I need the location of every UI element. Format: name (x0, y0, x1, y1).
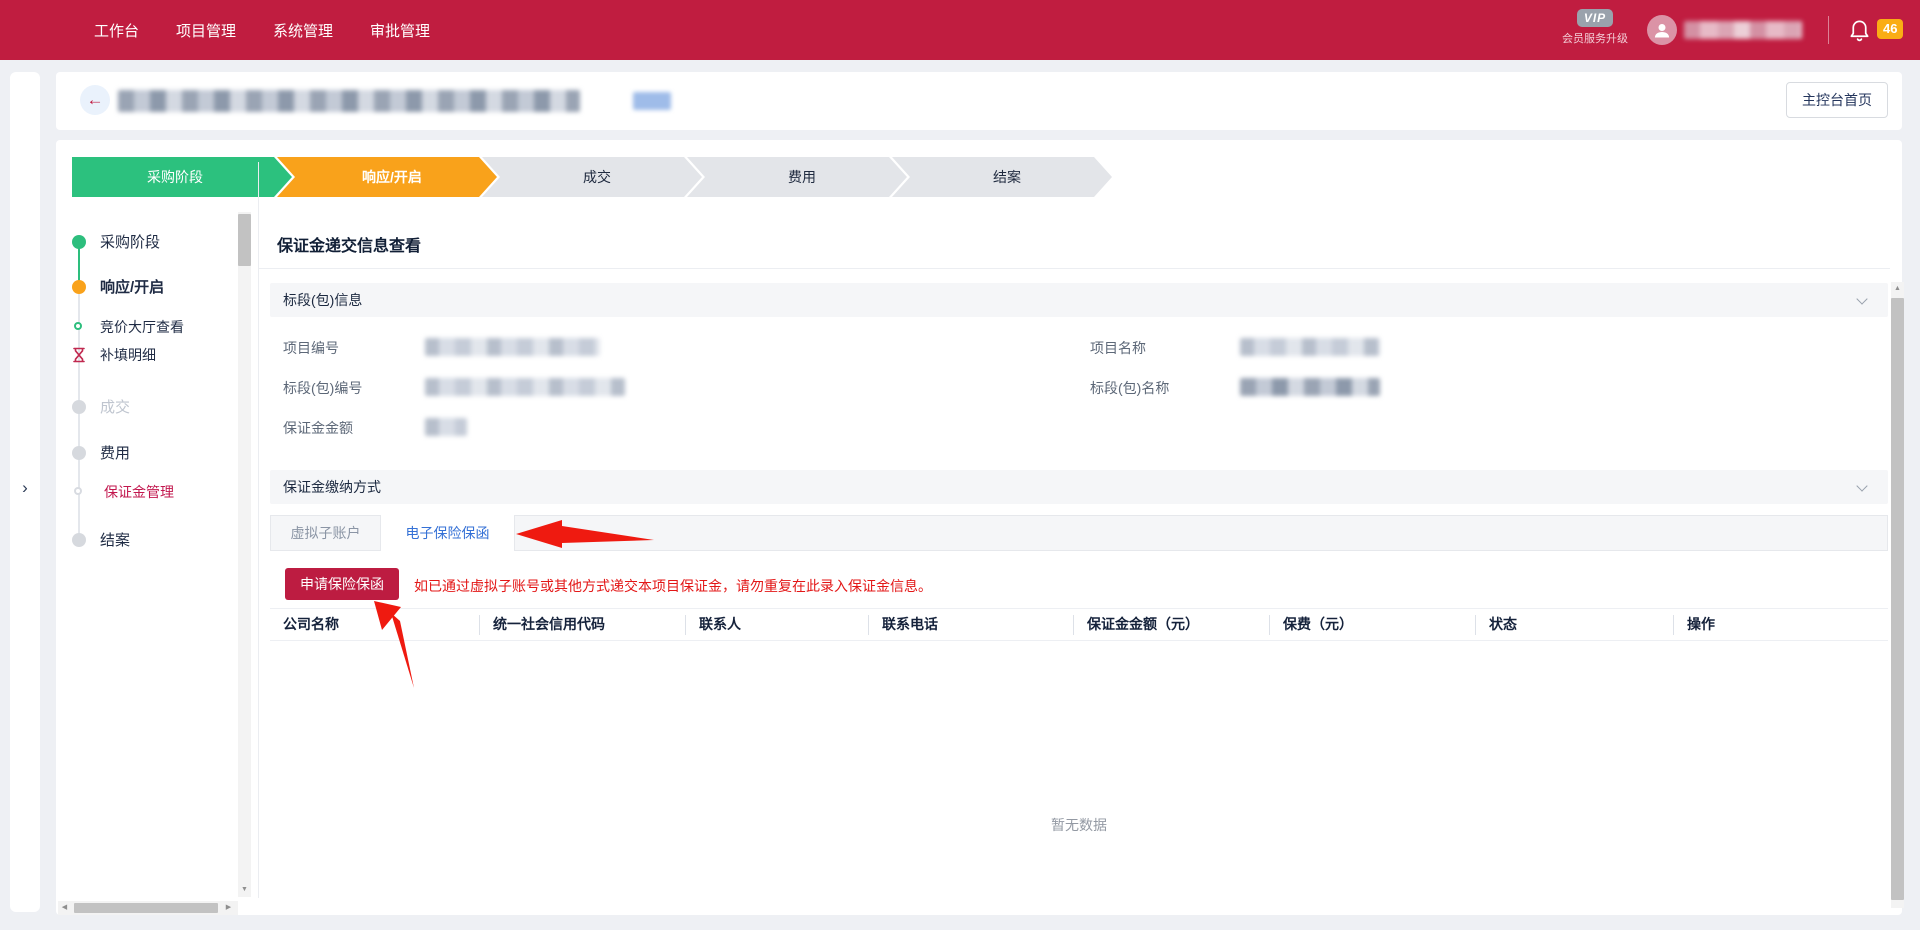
redacted-deposit-amount (425, 418, 467, 436)
nav-item-workbench[interactable]: 工作台 (94, 20, 139, 41)
timeline-dot-response (72, 280, 86, 294)
sidebar-item-supplement-detail[interactable]: 补填明细 (100, 345, 156, 365)
sidebar-item-fees[interactable]: 费用 (100, 442, 130, 463)
nav-divider (1828, 16, 1829, 44)
vip-icon: VIP (1577, 9, 1613, 27)
col-actions: 操作 (1674, 609, 1888, 640)
timeline-dot-procurement (72, 235, 86, 249)
step-fees[interactable]: 费用 (687, 157, 907, 197)
timeline-dot-deal (72, 400, 86, 414)
nav-menu: 工作台 项目管理 系统管理 审批管理 (94, 0, 430, 60)
redacted-project-number (425, 338, 600, 356)
step-response-open[interactable]: 响应/开启 (277, 157, 497, 197)
section-payment-method[interactable]: 保证金缴纳方式 (270, 470, 1888, 504)
label-deposit-amount: 保证金金额 (283, 418, 353, 438)
empty-data-text: 暂无数据 (270, 815, 1888, 835)
sidebar-item-deal[interactable]: 成交 (100, 396, 130, 417)
left-collapse-strip: › (10, 72, 40, 912)
col-status: 状态 (1476, 609, 1674, 640)
sidebar-item-procurement-stage[interactable]: 采购阶段 (100, 231, 160, 252)
scroll-left-icon[interactable]: ◀ (58, 901, 71, 915)
nav-item-system-management[interactable]: 系统管理 (273, 20, 333, 41)
sidebar-item-deposit-management[interactable]: 保证金管理 (104, 482, 174, 502)
step-procurement-stage[interactable]: 采购阶段 (72, 157, 292, 197)
redacted-project-title (118, 90, 580, 112)
scroll-up-icon[interactable]: ▲ (1891, 282, 1904, 296)
person-icon (1652, 20, 1672, 40)
sidebar-horizontal-scroll-thumb[interactable] (74, 903, 218, 913)
back-button[interactable]: ← (80, 85, 110, 115)
sidebar-item-bidding-hall[interactable]: 竞价大厅查看 (100, 317, 184, 337)
sidebar-vertical-scrollbar[interactable] (238, 212, 251, 883)
col-deposit-amount: 保证金金额（元） (1074, 609, 1270, 640)
sidebar-main-divider (258, 162, 259, 898)
step-closing[interactable]: 结案 (892, 157, 1112, 197)
user-avatar[interactable] (1647, 15, 1677, 45)
label-project-name: 项目名称 (1090, 338, 1146, 358)
hourglass-icon (71, 347, 87, 363)
sidebar-expand-icon[interactable]: › (10, 478, 40, 498)
content-card: 采购阶段 响应/开启 成交 费用 结案 采购阶段 响应/开启 竞价大厅查看 补填… (56, 140, 1902, 915)
col-company-name: 公司名称 (270, 609, 480, 640)
col-contact-phone: 联系电话 (869, 609, 1074, 640)
label-lot-name: 标段(包)名称 (1090, 378, 1169, 398)
timeline-ring-deposit (74, 487, 82, 495)
redacted-username (1684, 21, 1802, 39)
stage-steps: 采购阶段 响应/开启 成交 费用 结案 (72, 157, 1117, 197)
timeline-ring-bidding-hall (74, 322, 82, 330)
timeline-dot-fees (72, 446, 86, 460)
back-arrow-icon: ← (87, 90, 104, 109)
scroll-right-icon[interactable]: ▶ (222, 901, 235, 915)
redacted-project-name (1240, 338, 1380, 356)
section-payment-method-title: 保证金缴纳方式 (283, 479, 381, 495)
nav-item-project-management[interactable]: 项目管理 (176, 20, 236, 41)
page-title: 保证金递交信息查看 (277, 232, 421, 256)
deposit-warning-text: 如已通过虚拟子账号或其他方式递交本项目保证金，请勿重复在此录入保证金信息。 (414, 576, 932, 596)
vip-upgrade[interactable]: VIP 会员服务升级 (1552, 9, 1638, 46)
title-divider (259, 268, 1890, 269)
notification-count-badge[interactable]: 46 (1877, 19, 1903, 39)
section-lot-info[interactable]: 标段(包)信息 (270, 283, 1888, 317)
chevron-down-icon[interactable] (1856, 293, 1867, 304)
tab-electronic-insurance-letter[interactable]: 电子保险保函 (381, 515, 515, 551)
redacted-lot-number (425, 378, 625, 396)
chevron-down-icon[interactable] (1856, 480, 1867, 491)
console-home-button[interactable]: 主控台首页 (1786, 82, 1888, 118)
main-vertical-scroll-thumb[interactable] (1891, 298, 1904, 900)
guarantee-table-header: 公司名称 统一社会信用代码 联系人 联系电话 保证金金额（元） 保费（元） 状态… (270, 608, 1888, 641)
redacted-project-tag (633, 92, 671, 110)
section-lot-info-title: 标段(包)信息 (283, 292, 362, 308)
top-nav-bar: 工作台 项目管理 系统管理 审批管理 VIP 会员服务升级 46 (0, 0, 1920, 60)
project-header-card: ← 主控台首页 (56, 72, 1902, 130)
apply-insurance-letter-button[interactable]: 申请保险保函 (285, 568, 399, 600)
vip-caption: 会员服务升级 (1552, 30, 1638, 46)
tab-virtual-subaccount[interactable]: 虚拟子账户 (271, 515, 381, 551)
notification-bell-icon[interactable] (1848, 17, 1871, 43)
label-project-number: 项目编号 (283, 338, 339, 358)
sidebar-item-response-open[interactable]: 响应/开启 (100, 276, 164, 297)
timeline-dot-closing (72, 533, 86, 547)
scroll-down-icon[interactable]: ▼ (238, 883, 251, 897)
redacted-lot-name (1240, 378, 1380, 396)
step-deal[interactable]: 成交 (482, 157, 702, 197)
label-lot-number: 标段(包)编号 (283, 378, 362, 398)
col-contact-person: 联系人 (686, 609, 869, 640)
col-premium: 保费（元） (1270, 609, 1476, 640)
payment-method-tabs: 虚拟子账户 电子保险保函 (270, 515, 1888, 551)
nav-item-approval-management[interactable]: 审批管理 (370, 20, 430, 41)
col-credit-code: 统一社会信用代码 (480, 609, 686, 640)
sidebar-vertical-scroll-thumb[interactable] (238, 214, 251, 266)
sidebar-item-closing[interactable]: 结案 (100, 529, 130, 550)
